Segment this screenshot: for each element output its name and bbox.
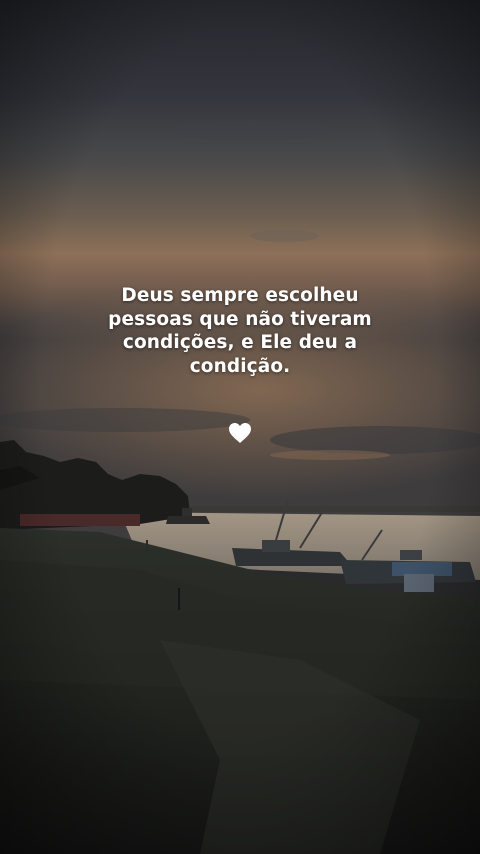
- quote-text: Deus sempre escolheu pessoas que não tiv…: [40, 284, 440, 378]
- quote-line-4: condição.: [189, 355, 291, 377]
- wallpaper-scene: Deus sempre escolheu pessoas que não tiv…: [0, 0, 480, 854]
- quote-line-1: Deus sempre escolheu: [121, 285, 359, 306]
- quote-line-2: pessoas que não tiveram: [108, 308, 372, 330]
- quote-line-3: condições, e Ele deu a: [122, 332, 358, 353]
- white-heart-icon: [229, 423, 251, 443]
